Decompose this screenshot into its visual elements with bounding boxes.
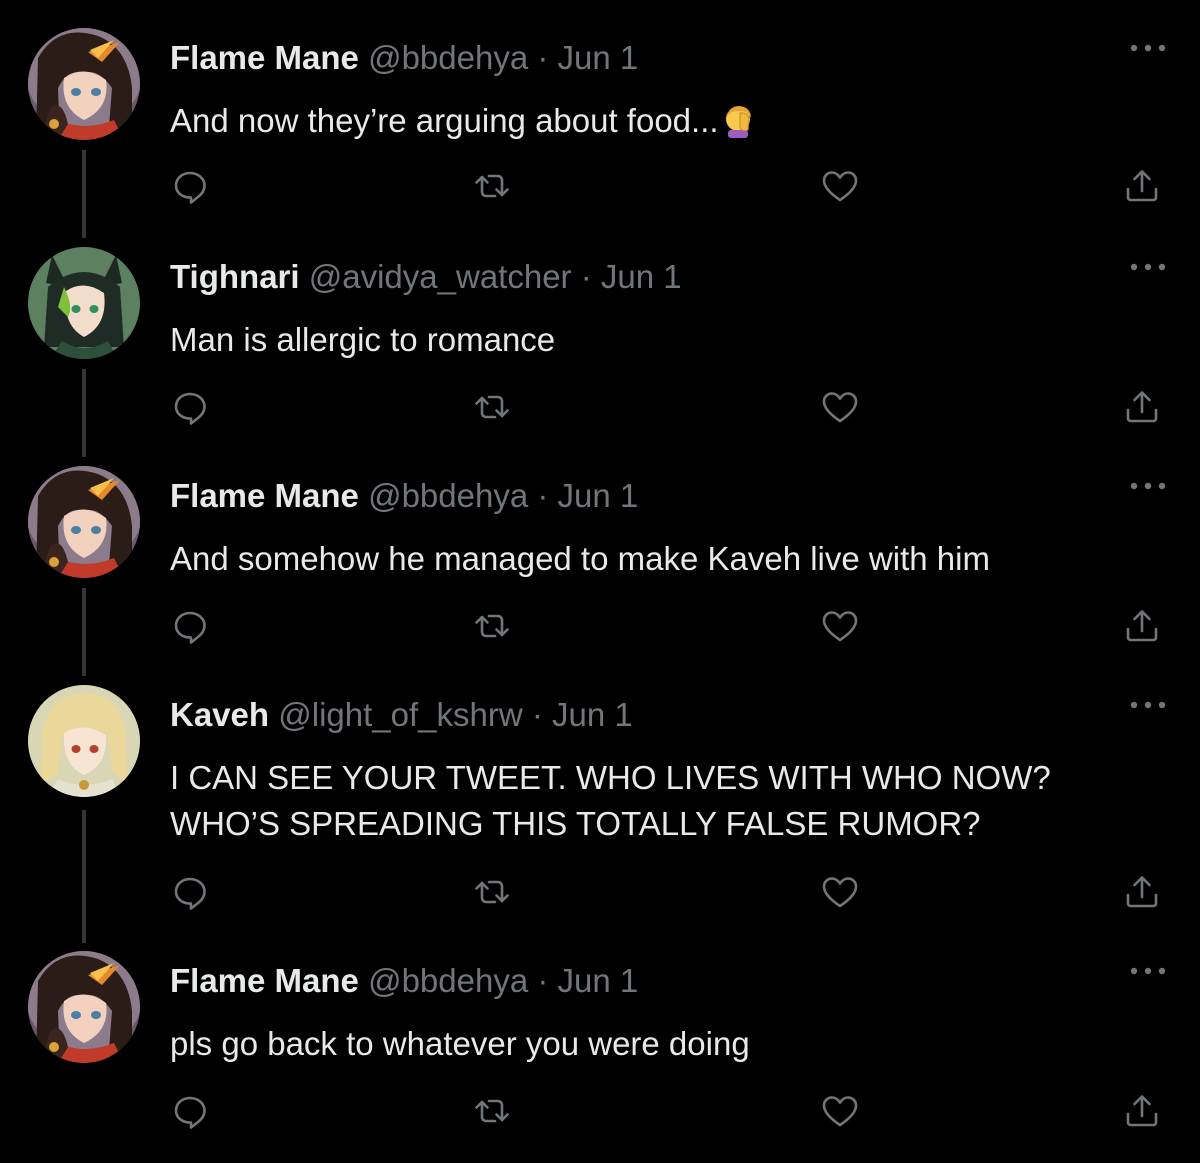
flame-mane-avatar: [28, 951, 140, 1063]
avatar[interactable]: [28, 951, 140, 1063]
display-name[interactable]: Flame Mane: [170, 39, 359, 76]
more-options-icon[interactable]: [1128, 480, 1168, 492]
share-icon[interactable]: [1122, 1091, 1162, 1131]
tweet-actions: [0, 872, 1200, 912]
tweet-actions: [0, 606, 1200, 646]
retweet-icon[interactable]: [472, 606, 512, 646]
tweet-text-content: And now they’re arguing about food...: [170, 102, 719, 139]
like-icon[interactable]: [820, 606, 860, 646]
tweet-text: Man is allergic to romance: [170, 321, 556, 358]
tweet[interactable]: Flame Mane @bbdehya · Jun 1 And now they…: [0, 28, 1200, 218]
tweet[interactable]: Kaveh @light_of_kshrw · Jun 1 I CAN SEE …: [0, 685, 1200, 925]
tweet-date[interactable]: Jun 1: [558, 39, 639, 76]
tweet-text: I CAN SEE YOUR TWEET. WHO LIVES WITH WHO…: [170, 759, 1051, 842]
reply-icon[interactable]: [170, 1091, 210, 1131]
tweet-date[interactable]: Jun 1: [601, 258, 682, 295]
facepalm-emoji: [723, 104, 757, 138]
user-handle[interactable]: @light_of_kshrw: [278, 696, 522, 733]
reply-icon[interactable]: [170, 872, 210, 912]
share-icon[interactable]: [1122, 387, 1162, 427]
tweet-text: And now they’re arguing about food...: [170, 98, 1130, 144]
more-options-icon[interactable]: [1128, 965, 1168, 977]
user-handle[interactable]: @avidya_watcher: [309, 258, 572, 295]
display-name[interactable]: Tighnari: [170, 258, 300, 295]
retweet-icon[interactable]: [472, 166, 512, 206]
more-options-icon[interactable]: [1128, 261, 1168, 273]
tweet-header: Flame Mane @bbdehya · Jun 1: [170, 476, 638, 516]
tweet[interactable]: Flame Mane @bbdehya · Jun 1 pls go back …: [0, 951, 1200, 1151]
user-handle[interactable]: @bbdehya: [368, 39, 528, 76]
share-icon[interactable]: [1122, 166, 1162, 206]
display-name[interactable]: Kaveh: [170, 696, 269, 733]
display-name[interactable]: Flame Mane: [170, 477, 359, 514]
user-handle[interactable]: @bbdehya: [368, 477, 528, 514]
tweet-actions: [0, 166, 1200, 206]
flame-mane-avatar: [28, 466, 140, 578]
avatar[interactable]: [28, 685, 140, 797]
retweet-icon[interactable]: [472, 872, 512, 912]
retweet-icon[interactable]: [472, 387, 512, 427]
user-handle[interactable]: @bbdehya: [368, 962, 528, 999]
separator: ·: [531, 696, 543, 733]
tweet[interactable]: Flame Mane @bbdehya · Jun 1 And somehow …: [0, 466, 1200, 656]
separator: ·: [537, 962, 549, 999]
share-icon[interactable]: [1122, 872, 1162, 912]
avatar[interactable]: [28, 247, 140, 359]
separator: ·: [537, 39, 549, 76]
like-icon[interactable]: [820, 166, 860, 206]
tweet[interactable]: Tighnari @avidya_watcher · Jun 1 Man is …: [0, 247, 1200, 437]
retweet-icon[interactable]: [472, 1091, 512, 1131]
tweet-actions: [0, 1091, 1200, 1131]
tweet-date[interactable]: Jun 1: [558, 962, 639, 999]
separator: ·: [580, 258, 592, 295]
tweet-header: Flame Mane @bbdehya · Jun 1: [170, 961, 638, 1001]
tweet-text: pls go back to whatever you were doing: [170, 1025, 750, 1062]
separator: ·: [537, 477, 549, 514]
more-options-icon[interactable]: [1128, 42, 1168, 54]
tweet-header: Kaveh @light_of_kshrw · Jun 1: [170, 695, 633, 735]
like-icon[interactable]: [820, 387, 860, 427]
like-icon[interactable]: [820, 872, 860, 912]
reply-icon[interactable]: [170, 387, 210, 427]
tweet-header: Flame Mane @bbdehya · Jun 1: [170, 38, 638, 78]
reply-icon[interactable]: [170, 606, 210, 646]
tweet-text: And somehow he managed to make Kaveh liv…: [170, 540, 990, 577]
tweet-actions: [0, 387, 1200, 427]
flame-mane-avatar: [28, 28, 140, 140]
tighnari-avatar: [28, 247, 140, 359]
tweet-header: Tighnari @avidya_watcher · Jun 1: [170, 257, 682, 297]
avatar[interactable]: [28, 28, 140, 140]
like-icon[interactable]: [820, 1091, 860, 1131]
reply-icon[interactable]: [170, 166, 210, 206]
tweet-date[interactable]: Jun 1: [558, 477, 639, 514]
more-options-icon[interactable]: [1128, 699, 1168, 711]
avatar[interactable]: [28, 466, 140, 578]
display-name[interactable]: Flame Mane: [170, 962, 359, 999]
share-icon[interactable]: [1122, 606, 1162, 646]
kaveh-avatar: [28, 685, 140, 797]
tweet-date[interactable]: Jun 1: [552, 696, 633, 733]
